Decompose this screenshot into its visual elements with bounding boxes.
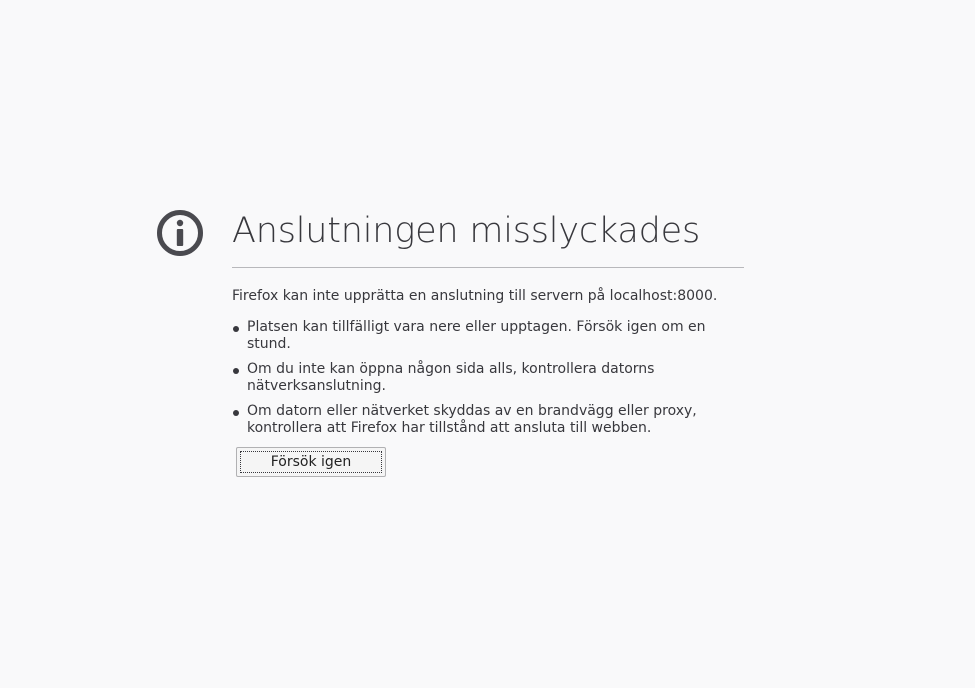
suggestion-text: Om datorn eller nätverket skyddas av en … <box>247 403 697 436</box>
title-divider <box>232 267 744 268</box>
suggestion-item: Platsen kan tillfälligt vara nere eller … <box>232 319 744 353</box>
bullet-icon <box>233 326 239 332</box>
suggestion-list: Platsen kan tillfälligt vara nere eller … <box>232 319 744 437</box>
retry-button-container: Försök igen <box>236 447 386 477</box>
suggestion-item: Om du inte kan öppna någon sida alls, ko… <box>232 361 744 395</box>
info-icon <box>157 210 203 256</box>
error-content: Anslutningen misslyckades Firefox kan in… <box>232 206 744 445</box>
bullet-icon <box>233 410 239 416</box>
suggestion-text: Platsen kan tillfälligt vara nere eller … <box>247 319 706 352</box>
suggestion-text: Om du inte kan öppna någon sida alls, ko… <box>247 361 655 394</box>
retry-button-label: Försök igen <box>240 451 382 473</box>
error-description: Firefox kan inte upprätta en anslutning … <box>232 288 718 304</box>
error-title: Anslutningen misslyckades <box>232 211 700 251</box>
error-page: Anslutningen misslyckades Firefox kan in… <box>0 0 975 688</box>
retry-button[interactable]: Försök igen <box>236 447 386 477</box>
bullet-icon <box>233 368 239 374</box>
suggestion-item: Om datorn eller nätverket skyddas av en … <box>232 403 744 437</box>
